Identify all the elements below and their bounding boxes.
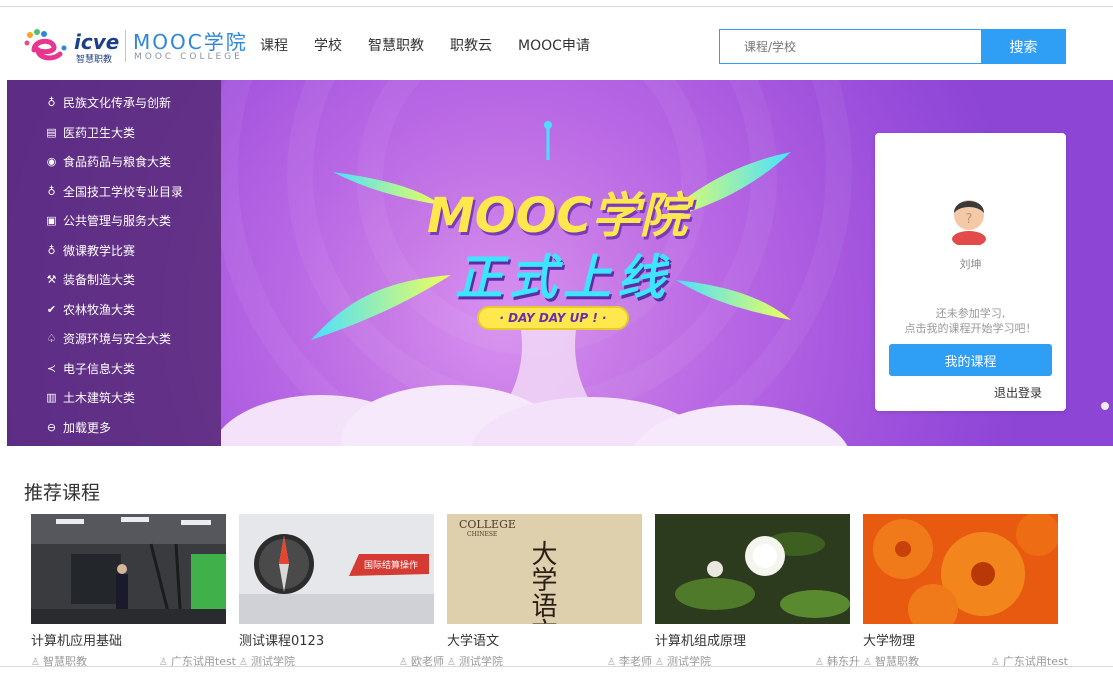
- nav-icve[interactable]: 智慧职教: [368, 34, 424, 58]
- public-service-icon: ▣: [46, 214, 57, 228]
- course-title[interactable]: 计算机组成原理: [655, 630, 746, 649]
- course-title[interactable]: 测试课程0123: [239, 630, 324, 649]
- course-card[interactable]: 大学物理 ♙ 智慧职教 ♙ 广东试用test: [863, 514, 1068, 674]
- user-card: ? 刘坤 还未参加学习, 点击我的课程开始学习吧！ 我的课程 退出登录: [875, 133, 1066, 411]
- category-item[interactable]: ⚒ 装备制造大类: [7, 265, 221, 295]
- category-menu: ♁ 民族文化传承与创新 ▤ 医药卫生大类 ◉ 食品药品与粮食大类 ♁ 全国技工学校专业目…: [7, 80, 221, 446]
- wrench-icon: ⚒: [46, 273, 57, 287]
- thumb-cover-subtext: CHINESE: [467, 531, 497, 538]
- mooc-brand-text: MOOC学院: [133, 30, 248, 54]
- site-logo[interactable]: icve 智慧职教 MOOC学院 MOOC COLLEGE: [24, 28, 246, 65]
- header: icve 智慧职教 MOOC学院 MOOC COLLEGE 课程 学校 智慧职教…: [0, 12, 1113, 80]
- nav-zjy[interactable]: 职教云: [450, 34, 492, 58]
- hero-title: MOOC学院: [427, 188, 688, 244]
- lightbulb-icon: ♁: [47, 184, 56, 198]
- avatar: ?: [952, 200, 986, 245]
- hero-tagline: · DAY DAY UP ! ·: [477, 306, 629, 330]
- lightbulb-icon: ♁: [47, 243, 56, 257]
- course-title[interactable]: 大学语文: [447, 630, 499, 649]
- nav-schools[interactable]: 学校: [314, 34, 342, 58]
- category-item[interactable]: ▥ 土木建筑大类: [7, 383, 221, 413]
- course-list: 计算机应用基础 ♙ 智慧职教 ♙ 广东试用test 国际结算操作 测试课程0123 …: [31, 514, 1071, 674]
- lightbulb-icon: ♁: [47, 96, 56, 110]
- thumb-banner-text: 国际结算操作: [364, 559, 418, 571]
- icve-brand-subtext: 智慧职教: [76, 55, 113, 65]
- course-title[interactable]: 大学物理: [863, 630, 915, 649]
- thumb-cover-text: COLLEGE: [459, 518, 516, 531]
- logout-link[interactable]: 退出登录: [994, 384, 1042, 401]
- recommended-title: 推荐课程: [24, 482, 101, 504]
- leaf-icon: ✔: [46, 302, 57, 316]
- course-thumbnail: [863, 514, 1058, 624]
- load-more-item[interactable]: ⊖ 加载更多: [7, 413, 221, 443]
- carousel-dot[interactable]: [1101, 402, 1109, 410]
- category-item[interactable]: ▤ 医药卫生大类: [7, 118, 221, 148]
- minus-circle-icon: ⊖: [46, 420, 57, 434]
- svg-text:?: ?: [966, 212, 973, 227]
- user-name: 刘坤: [959, 258, 982, 271]
- environment-icon: ♤: [46, 332, 57, 346]
- category-item[interactable]: ✔ 农林牧渔大类: [7, 295, 221, 325]
- hero-banner[interactable]: ♁ 民族文化传承与创新 ▤ 医药卫生大类 ◉ 食品药品与粮食大类 ♁ 全国技工学校专业目…: [7, 80, 1113, 446]
- card-message: 还未参加学习, 点击我的课程开始学习吧！: [904, 307, 1037, 335]
- thumb-cover-calligraphy: 大学语文: [527, 540, 557, 624]
- course-thumbnail: 国际结算操作: [239, 514, 434, 624]
- category-item[interactable]: ≺ 电子信息大类: [7, 354, 221, 384]
- course-thumbnail: [655, 514, 850, 624]
- category-item[interactable]: ♁ 微课教学比赛: [7, 236, 221, 266]
- mooc-brand-subtext: MOOC COLLEGE: [134, 52, 243, 62]
- hero-subtitle: 正式上线: [455, 250, 672, 306]
- search-button[interactable]: 搜索: [981, 29, 1066, 64]
- search-box: 搜索: [719, 29, 1066, 64]
- building-icon: ▥: [46, 391, 57, 405]
- logo-divider: [125, 30, 126, 62]
- category-item[interactable]: ♁ 全国技工学校专业目录: [7, 177, 221, 207]
- top-divider: [0, 6, 1113, 7]
- course-thumbnail: COLLEGE CHINESE 大学语文: [447, 514, 642, 624]
- course-card[interactable]: 计算机组成原理 ♙ 测试学院 ♙ 韩东升: [655, 514, 860, 674]
- category-item[interactable]: ▣ 公共管理与服务大类: [7, 206, 221, 236]
- category-item[interactable]: ♁ 民族文化传承与创新: [7, 88, 221, 118]
- icve-brand-text: icve: [74, 30, 120, 54]
- medical-icon: ▤: [46, 125, 57, 139]
- share-icon: ≺: [46, 361, 57, 375]
- course-thumbnail: [31, 514, 226, 624]
- my-courses-button[interactable]: 我的课程: [889, 344, 1052, 376]
- icve-logo-icon: [24, 29, 67, 61]
- course-card[interactable]: 计算机应用基础 ♙ 智慧职教 ♙ 广东试用test: [31, 514, 236, 674]
- bottom-divider: [0, 666, 1113, 667]
- food-icon: ◉: [46, 155, 57, 169]
- course-title[interactable]: 计算机应用基础: [31, 630, 122, 649]
- nav-courses[interactable]: 课程: [260, 34, 288, 58]
- course-card[interactable]: COLLEGE CHINESE 大学语文 大学语文 ♙ 测试学院 ♙ 李老师: [447, 514, 652, 674]
- hero-text: MOOC学院 正式上线 · DAY DAY UP ! ·: [307, 120, 827, 446]
- category-item[interactable]: ◉ 食品药品与粮食大类: [7, 147, 221, 177]
- course-card[interactable]: 国际结算操作 测试课程0123 ♙ 测试学院 ♙ 欧老师: [239, 514, 444, 674]
- category-item[interactable]: ♤ 资源环境与安全大类: [7, 324, 221, 354]
- search-input[interactable]: [719, 29, 982, 64]
- main-nav: 课程 学校 智慧职教 职教云 MOOC申请: [260, 34, 616, 58]
- nav-mooc-apply[interactable]: MOOC申请: [518, 34, 590, 58]
